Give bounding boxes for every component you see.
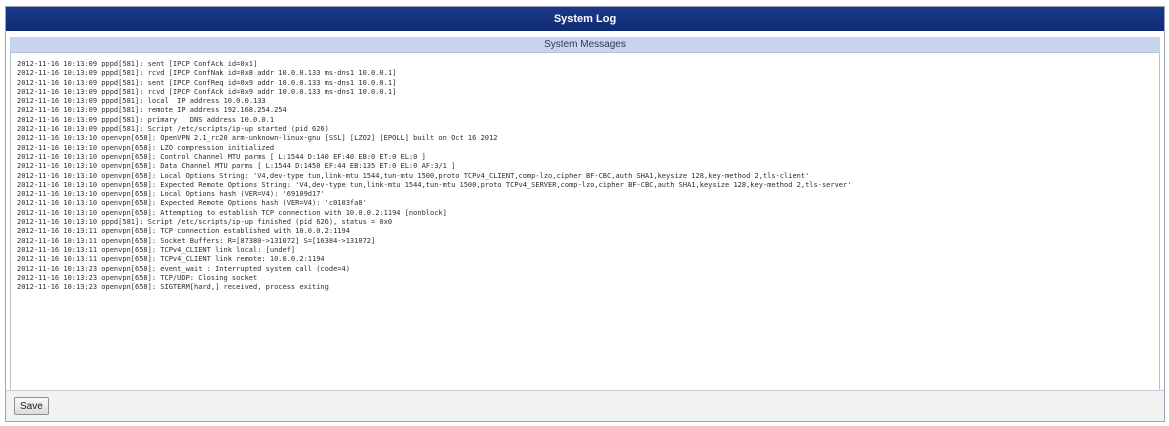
log-line: 2012-11-16 10:13:09 pppd[581]: local IP … xyxy=(17,97,266,106)
log-textarea[interactable]: 2012-11-16 10:13:09 pppd[581]: sent [IPC… xyxy=(10,52,1160,392)
log-line: 2012-11-16 10:13:09 pppd[581]: rcvd [IPC… xyxy=(17,87,397,96)
log-line: 2012-11-16 10:13:23 openvpn[658]: SIGTER… xyxy=(17,283,329,292)
log-line: 2012-11-16 10:13:09 pppd[581]: sent [IPC… xyxy=(17,60,258,68)
log-line: 2012-11-16 10:13:23 openvpn[658]: event_… xyxy=(17,264,350,273)
log-line: 2012-11-16 10:13:11 openvpn[658]: TCPv4_… xyxy=(17,245,296,254)
log-line: 2012-11-16 10:13:09 pppd[581]: rcvd [IPC… xyxy=(17,69,397,78)
log-line: 2012-11-16 10:13:10 openvpn[658]: Data C… xyxy=(17,162,456,171)
log-line: 2012-11-16 10:13:09 pppd[581]: Script /e… xyxy=(17,125,329,134)
log-line: 2012-11-16 10:13:23 openvpn[658]: TCP/UD… xyxy=(17,273,258,282)
log-line: 2012-11-16 10:13:09 pppd[581]: remote IP… xyxy=(17,106,287,115)
log-line: 2012-11-16 10:13:10 openvpn[658]: Local … xyxy=(17,171,810,180)
log-line: 2012-11-16 10:13:11 openvpn[658]: TCP co… xyxy=(17,227,350,236)
system-log-panel: System Log System Messages 2012-11-16 10… xyxy=(5,6,1165,422)
section-header: System Messages xyxy=(10,37,1160,52)
footer-bar: Save xyxy=(6,390,1164,421)
window-title: System Log xyxy=(6,7,1164,31)
log-line: 2012-11-16 10:13:10 openvpn[658]: Contro… xyxy=(17,152,426,161)
log-line: 2012-11-16 10:13:10 pppd[581]: Script /e… xyxy=(17,218,393,227)
log-line: 2012-11-16 10:13:10 openvpn[658]: OpenVP… xyxy=(17,134,498,143)
log-line: 2012-11-16 10:13:10 openvpn[658]: LZO co… xyxy=(17,143,275,152)
log-line: 2012-11-16 10:13:11 openvpn[658]: TCPv4_… xyxy=(17,255,325,264)
log-line: 2012-11-16 10:13:11 openvpn[658]: Socket… xyxy=(17,236,376,245)
log-line: 2012-11-16 10:13:10 openvpn[658]: Local … xyxy=(17,190,325,199)
log-line: 2012-11-16 10:13:10 openvpn[658]: Expect… xyxy=(17,199,367,208)
log-line: 2012-11-16 10:13:10 openvpn[658]: Attemp… xyxy=(17,208,447,217)
log-line: 2012-11-16 10:13:10 openvpn[658]: Expect… xyxy=(17,180,852,189)
save-button[interactable]: Save xyxy=(14,397,49,415)
log-line: 2012-11-16 10:13:09 pppd[581]: primary D… xyxy=(17,115,275,124)
log-line: 2012-11-16 10:13:09 pppd[581]: sent [IPC… xyxy=(17,78,397,87)
